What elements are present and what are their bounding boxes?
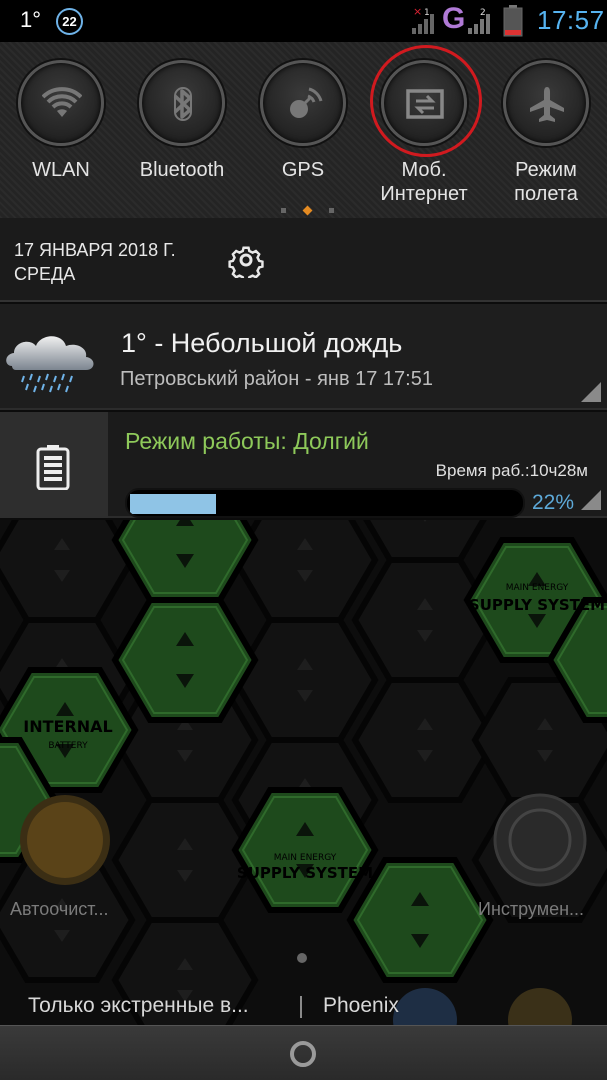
battery-progress-fill	[130, 494, 216, 514]
gps-icon	[290, 87, 323, 118]
battery-mode-label: Режим работы: Долгий	[125, 428, 369, 454]
svg-text:BATTERY: BATTERY	[48, 741, 88, 751]
tile-label: WLAN	[32, 159, 90, 181]
page-dot	[281, 208, 286, 214]
weather-notification[interactable]: 1° - Небольшой дождь Петровський район -…	[0, 304, 607, 410]
svg-text:2: 2	[480, 8, 486, 18]
date-block[interactable]: 17 ЯНВАРЯ 2018 Г. СРЕДА	[14, 238, 176, 286]
weather-title: 1° - Небольшой дождь	[121, 328, 403, 358]
interruptions-mode-label[interactable]: Только экстренные в...	[28, 994, 249, 1018]
svg-text:SUPPLY SYSTEM: SUPPLY SYSTEM	[469, 596, 605, 614]
gear-icon[interactable]	[228, 242, 264, 278]
tile-label: Bluetooth	[139, 159, 225, 181]
svg-text:MAIN ENERGY: MAIN ENERGY	[274, 853, 337, 863]
airplane-toggle[interactable]	[503, 60, 589, 146]
expand-corner-icon	[581, 382, 601, 402]
airplane-icon	[530, 87, 564, 122]
svg-text:INTERNAL: INTERNAL	[23, 717, 112, 736]
bluetooth-icon	[173, 87, 192, 121]
gps-toggle[interactable]	[260, 60, 346, 146]
svg-text:1: 1	[424, 8, 430, 18]
battery-icon	[503, 5, 523, 37]
page-dot-active	[302, 205, 313, 216]
home-screen: MAIN ENERGY SUPPLY SYSTEM INTERNAL BATTE…	[0, 520, 607, 1025]
network-type-label: G	[442, 2, 466, 35]
wifi-icon	[42, 87, 82, 117]
battery-clipboard-icon	[36, 445, 70, 490]
tile-wlan[interactable]: WLAN	[6, 60, 116, 182]
notification-count-badge: 22	[56, 8, 83, 35]
tile-label: GPS	[281, 159, 325, 181]
bluetooth-toggle[interactable]	[139, 60, 225, 146]
handle-ring-icon	[290, 1041, 316, 1067]
signal-sim2-icon: 2	[468, 8, 490, 34]
app-label-tools[interactable]: Инструмен...	[478, 899, 584, 920]
battery-percent-label: 22%	[532, 491, 575, 514]
svg-text:SUPPLY SYSTEM: SUPPLY SYSTEM	[237, 864, 373, 882]
svg-text:×: ×	[413, 6, 422, 18]
drawer-handle[interactable]	[0, 1025, 607, 1080]
date-header: 17 ЯНВАРЯ 2018 Г. СРЕДА	[0, 218, 607, 302]
tile-airplane-mode[interactable]: Режим полета	[491, 60, 601, 206]
status-bar: 1° 22 × 1 G 2 17:57	[0, 0, 607, 42]
battery-progress-bar	[125, 488, 525, 518]
battery-icon-box	[0, 412, 108, 518]
divider	[300, 996, 302, 1018]
home-page-dot	[297, 953, 307, 963]
svg-text:MAIN ENERGY: MAIN ENERGY	[506, 583, 569, 593]
weekday-label: СРЕДА	[14, 264, 76, 284]
weather-subtitle: Петровський район - янв 17 17:51	[120, 368, 433, 390]
battery-runtime-label: Время раб.:10ч28м	[435, 461, 588, 480]
carrier-label: Phoenix	[323, 994, 399, 1017]
highlight-circle	[370, 45, 482, 157]
tile-bluetooth[interactable]: Bluetooth	[127, 60, 237, 182]
rain-cloud-icon	[6, 336, 94, 393]
date-label: 17 ЯНВАРЯ 2018 Г.	[14, 240, 176, 260]
tile-label: Режим полета	[514, 159, 578, 205]
wlan-toggle[interactable]	[18, 60, 104, 146]
app-label-cleaner[interactable]: Автоочист...	[10, 899, 109, 920]
tile-label: Моб. Интернет	[380, 159, 468, 205]
bottom-info-strip: Только экстренные в... Phoenix	[0, 990, 607, 1025]
battery-notification[interactable]: Режим работы: Долгий Время раб.:10ч28м 2…	[0, 412, 607, 518]
hex-wallpaper: MAIN ENERGY SUPPLY SYSTEM INTERNAL BATTE…	[0, 520, 607, 1025]
quick-settings-panel: WLAN Bluetooth GPS Моб. Интернет Режим п…	[0, 42, 607, 218]
tile-gps[interactable]: GPS	[248, 60, 358, 182]
status-temperature: 1°	[20, 7, 42, 32]
page-dot	[329, 208, 334, 214]
signal-sim1-icon: × 1	[412, 6, 434, 34]
expand-corner-icon	[581, 490, 601, 510]
status-clock: 17:57	[537, 5, 605, 35]
